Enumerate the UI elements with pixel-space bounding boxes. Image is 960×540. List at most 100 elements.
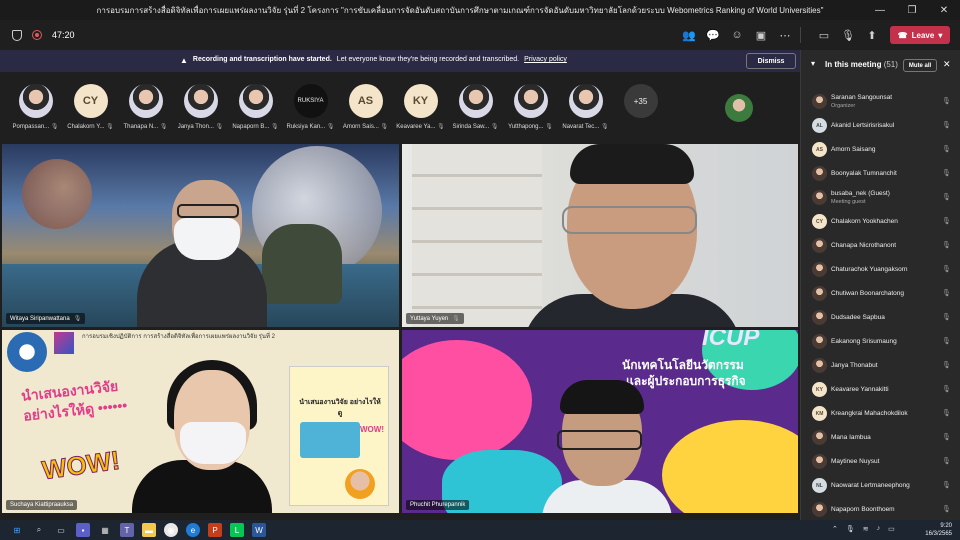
mic-off-icon[interactable]: 🎙 (942, 121, 951, 129)
participant-row[interactable]: KM Kreangkrai Mahachokdilok 🎙 (801, 402, 960, 426)
participant-tile[interactable]: Thanapa N... 🎙 (118, 84, 173, 136)
recording-icon[interactable] (32, 30, 42, 40)
mic-off-icon[interactable]: 🎙 (942, 145, 951, 153)
participant-tile[interactable]: Napaporn B... 🎙 (228, 84, 283, 136)
mic-off-icon[interactable]: 🎙 (942, 97, 951, 105)
widgets-icon[interactable]: ▦ (98, 523, 112, 537)
participant-tile[interactable]: RUKSIYA Ruksiya Kan... 🎙 (283, 84, 338, 136)
participant-name: Yutthapong... 🎙 (503, 123, 558, 130)
participant-row[interactable]: AS Amorn Saisang 🎙 (801, 138, 960, 162)
mic-off-icon: 🎙 (158, 124, 168, 130)
shield-icon[interactable] (12, 29, 22, 41)
more-participants-button[interactable]: +35 (613, 84, 668, 136)
mic-off-icon[interactable]: 🎙 (839, 26, 857, 44)
mic-off-icon: 🎙 (435, 124, 445, 130)
participant-name: Chanapa Nicrothanont (831, 242, 897, 249)
dismiss-button[interactable]: Dismiss (746, 53, 796, 69)
chevron-down-icon[interactable]: ▾ (811, 59, 815, 68)
leave-button[interactable]: ☎ Leave ▾ (890, 26, 950, 44)
mic-off-icon[interactable]: 🎙 (942, 361, 951, 369)
participant-row[interactable]: Saranan Sangounsat Organizer 🎙 (801, 90, 960, 114)
task-view-icon[interactable]: ▭ (54, 523, 68, 537)
chat-icon[interactable]: 💬 (704, 26, 722, 44)
participant-row[interactable]: Mana Iambua 🎙 (801, 426, 960, 450)
word-icon[interactable]: W (252, 523, 266, 537)
self-video-avatar[interactable] (725, 94, 753, 122)
reactions-icon[interactable]: ☺ (728, 26, 746, 44)
search-icon[interactable]: ⌕ (32, 523, 46, 537)
mic-off-icon[interactable]: 🎙 (942, 193, 951, 201)
slide-header: การอบรมเชิงปฏิบัติการ การสร้างสื่อดิจิทั… (82, 334, 275, 340)
mic-off-icon[interactable]: 🎙 (942, 313, 951, 321)
rooms-icon[interactable]: ▣ (752, 26, 770, 44)
file-explorer-icon[interactable]: ▬ (142, 523, 156, 537)
share-icon[interactable]: ⬆ (863, 26, 881, 44)
chrome-icon[interactable]: ◉ (164, 523, 178, 537)
privacy-policy-link[interactable]: Privacy policy (524, 56, 567, 65)
powerpoint-icon[interactable]: P (208, 523, 222, 537)
mic-off-icon[interactable]: 🎙 (942, 289, 951, 297)
wifi-icon[interactable]: ≋ (863, 525, 869, 533)
participant-tile[interactable]: Pompassan... 🎙 (8, 84, 63, 136)
mic-off-icon[interactable]: 🎙 (942, 169, 951, 177)
video-tile-3[interactable]: การอบรมเชิงปฏิบัติการ การสร้างสื่อดิจิทั… (2, 330, 399, 513)
participant-tile[interactable]: AS Amorn Sais... 🎙 (338, 84, 393, 136)
participant-row[interactable]: Chaturachok Yuangaksorn 🎙 (801, 258, 960, 282)
mic-off-icon[interactable]: 🎙 (942, 457, 951, 465)
video-tile-1[interactable]: Witaya Siripanwattana 🎙 (2, 144, 399, 327)
mic-tray-icon[interactable]: 🎙 (846, 525, 855, 533)
teams-chat-icon[interactable]: ▪ (76, 523, 90, 537)
windows-start-icon[interactable]: ⊞ (10, 523, 24, 537)
participant-row[interactable]: Napaporn Boonthoem 🎙 (801, 498, 960, 522)
camera-off-icon[interactable]: ▭ (815, 26, 833, 44)
mic-off-icon[interactable]: 🎙 (942, 217, 951, 225)
clock[interactable]: 9:20 16/3/2565 (925, 522, 952, 538)
minimize-button[interactable]: — (864, 0, 896, 20)
participant-row[interactable]: KY Keavaree Yannakitti 🎙 (801, 378, 960, 402)
participant-row[interactable]: Boonyalak Tumnanchit 🎙 (801, 162, 960, 186)
title-bar: การอบรมการสร้างสื่อดิจิทัลเพื่อการเผยแพร… (0, 0, 960, 20)
mute-all-button[interactable]: Mute all (903, 59, 937, 72)
mic-off-icon[interactable]: 🎙 (942, 241, 951, 249)
mic-off-icon[interactable]: 🎙 (942, 265, 951, 273)
mic-off-icon[interactable]: 🎙 (942, 433, 951, 441)
close-window-button[interactable]: ✕ (928, 0, 960, 20)
participant-tile[interactable]: Yutthapong... 🎙 (503, 84, 558, 136)
participant-row[interactable]: Chanapa Nicrothanont 🎙 (801, 234, 960, 258)
participant-row[interactable]: busaba_nek (Guest) Meeting guest 🎙 (801, 186, 960, 210)
participant-row[interactable]: Maytinee Nuysut 🎙 (801, 450, 960, 474)
participant-tile[interactable]: Janya Thon... 🎙 (173, 84, 228, 136)
participant-row[interactable]: NL Naowarat Lertmaneephong 🎙 (801, 474, 960, 498)
chevron-down-icon[interactable]: ▾ (938, 31, 942, 40)
participant-row[interactable]: CY Chalakorn Yookhachen 🎙 (801, 210, 960, 234)
video-tile-2[interactable]: Yuttaya Yuyen 🎙 (402, 144, 798, 327)
participant-tile[interactable]: Sirinda Saw... 🎙 (448, 84, 503, 136)
video-tile-4[interactable]: ICUP นักเทคโนโลยีนวัตกรรม และผู้ประกอบกา… (402, 330, 798, 513)
participant-row[interactable]: Janya Thonabut 🎙 (801, 354, 960, 378)
people-icon[interactable]: 👥 (680, 26, 698, 44)
line-icon[interactable]: L (230, 523, 244, 537)
mic-off-icon[interactable]: 🎙 (942, 337, 951, 345)
mic-off-icon[interactable]: 🎙 (942, 409, 951, 417)
mic-off-icon: 🎙 (213, 124, 224, 130)
participant-row[interactable]: Chutiwan Boonarchatong 🎙 (801, 282, 960, 306)
edge-icon[interactable]: e (186, 523, 200, 537)
participant-tile[interactable]: KY Keavaree Ya... 🎙 (393, 84, 448, 136)
participant-row[interactable]: Dudsadee Sapbua 🎙 (801, 306, 960, 330)
volume-icon[interactable]: ♪ (877, 525, 881, 533)
participant-row[interactable]: AL Akanid Lertsirisrisakul 🎙 (801, 114, 960, 138)
mic-off-icon[interactable]: 🎙 (942, 481, 951, 489)
chevron-up-icon[interactable]: ⌃ (832, 525, 838, 533)
participant-name: Ruksiya Kan... 🎙 (283, 123, 338, 130)
mic-off-icon[interactable]: 🎙 (942, 505, 951, 513)
battery-icon[interactable]: ▭ (888, 525, 895, 533)
participant-name: Chalakorn Y... 🎙 (63, 123, 118, 130)
more-actions-icon[interactable]: ⋯ (776, 26, 794, 44)
participant-tile[interactable]: Navarat Tec... 🎙 (558, 84, 613, 136)
teams-icon[interactable]: T (120, 523, 134, 537)
maximize-button[interactable]: ❐ (896, 0, 928, 20)
participant-tile[interactable]: CY Chalakorn Y... 🎙 (63, 84, 118, 136)
close-panel-button[interactable]: ✕ (943, 59, 951, 70)
participant-row[interactable]: Eakanong Srisumaung 🎙 (801, 330, 960, 354)
mic-off-icon[interactable]: 🎙 (942, 385, 951, 393)
